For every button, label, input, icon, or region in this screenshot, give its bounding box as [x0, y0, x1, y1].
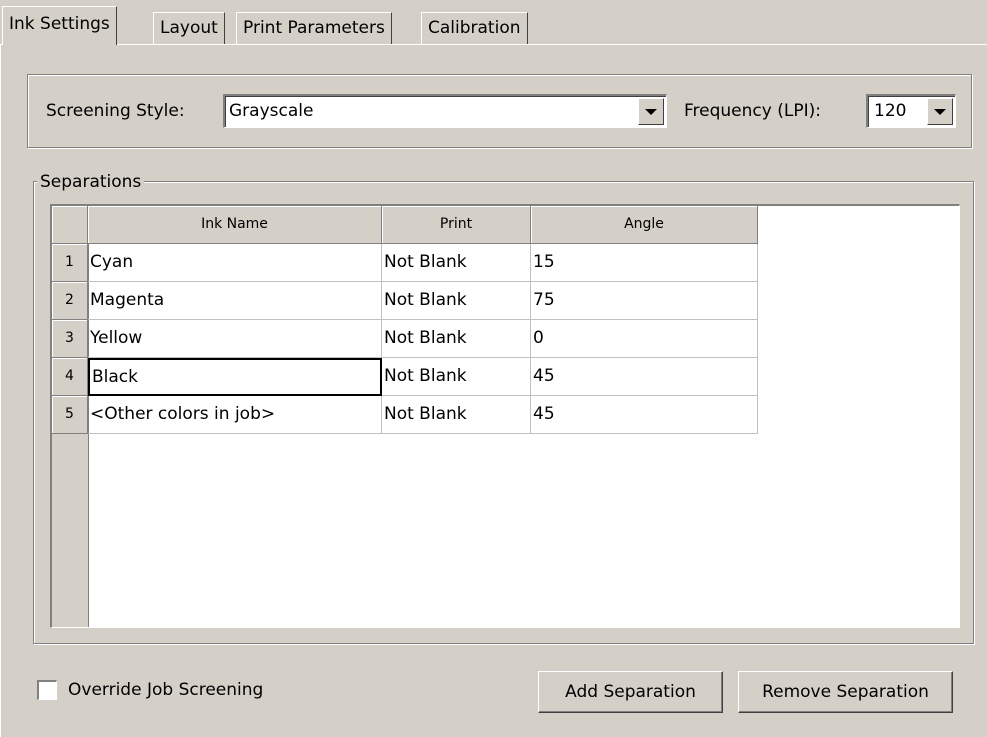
chevron-down-icon — [934, 108, 946, 115]
ink-name-cell-focused[interactable]: Black — [88, 358, 382, 396]
frequency-dropdown-button[interactable] — [927, 98, 953, 125]
ink-name-cell[interactable]: <Other colors in job> — [88, 396, 382, 434]
column-header-ink-name[interactable]: Ink Name — [88, 206, 382, 244]
frequency-value: 120 — [874, 101, 907, 121]
ink-name-cell[interactable]: Cyan — [88, 244, 382, 282]
separations-group-label: Separations — [37, 172, 145, 192]
print-cell[interactable]: Not Blank — [382, 282, 531, 320]
column-header-print[interactable]: Print — [382, 206, 531, 244]
override-job-screening-checkbox[interactable] — [37, 680, 57, 700]
screening-style-select[interactable]: Grayscale — [223, 94, 667, 128]
grid-corner-header — [52, 206, 88, 244]
override-job-screening-label[interactable]: Override Job Screening — [68, 676, 263, 704]
ink-name-cell[interactable]: Magenta — [88, 282, 382, 320]
print-cell[interactable]: Not Blank — [382, 244, 531, 282]
tab-print-parameters[interactable]: Print Parameters — [236, 12, 392, 44]
print-cell[interactable]: Not Blank — [382, 358, 531, 396]
row-number[interactable]: 1 — [52, 244, 88, 282]
row-number[interactable]: 2 — [52, 282, 88, 320]
row-number[interactable]: 5 — [52, 396, 88, 434]
screening-style-label: Screening Style: — [46, 101, 185, 121]
tab-calibration[interactable]: Calibration — [421, 12, 528, 44]
chevron-down-icon — [645, 108, 657, 115]
screening-style-dropdown-button[interactable] — [638, 98, 664, 125]
print-cell[interactable]: Not Blank — [382, 320, 531, 358]
column-header-angle[interactable]: Angle — [531, 206, 758, 244]
angle-cell[interactable]: 45 — [531, 396, 758, 434]
tab-layout[interactable]: Layout — [153, 12, 225, 44]
ink-name-cell[interactable]: Yellow — [88, 320, 382, 358]
row-number[interactable]: 4 — [52, 358, 88, 396]
tab-ink-settings[interactable]: Ink Settings — [2, 6, 117, 45]
frequency-select[interactable]: 120 — [866, 94, 956, 128]
add-separation-button[interactable]: Add Separation — [538, 671, 723, 713]
screening-style-value: Grayscale — [229, 101, 314, 121]
angle-cell[interactable]: 75 — [531, 282, 758, 320]
angle-cell[interactable]: 45 — [531, 358, 758, 396]
remove-separation-button[interactable]: Remove Separation — [738, 671, 953, 713]
print-cell[interactable]: Not Blank — [382, 396, 531, 434]
frequency-label: Frequency (LPI): — [684, 101, 821, 121]
separations-grid[interactable]: Ink Name Print Angle 1 Cyan Not Blank 15… — [50, 204, 960, 628]
angle-cell[interactable]: 15 — [531, 244, 758, 282]
angle-cell[interactable]: 0 — [531, 320, 758, 358]
row-number[interactable]: 3 — [52, 320, 88, 358]
